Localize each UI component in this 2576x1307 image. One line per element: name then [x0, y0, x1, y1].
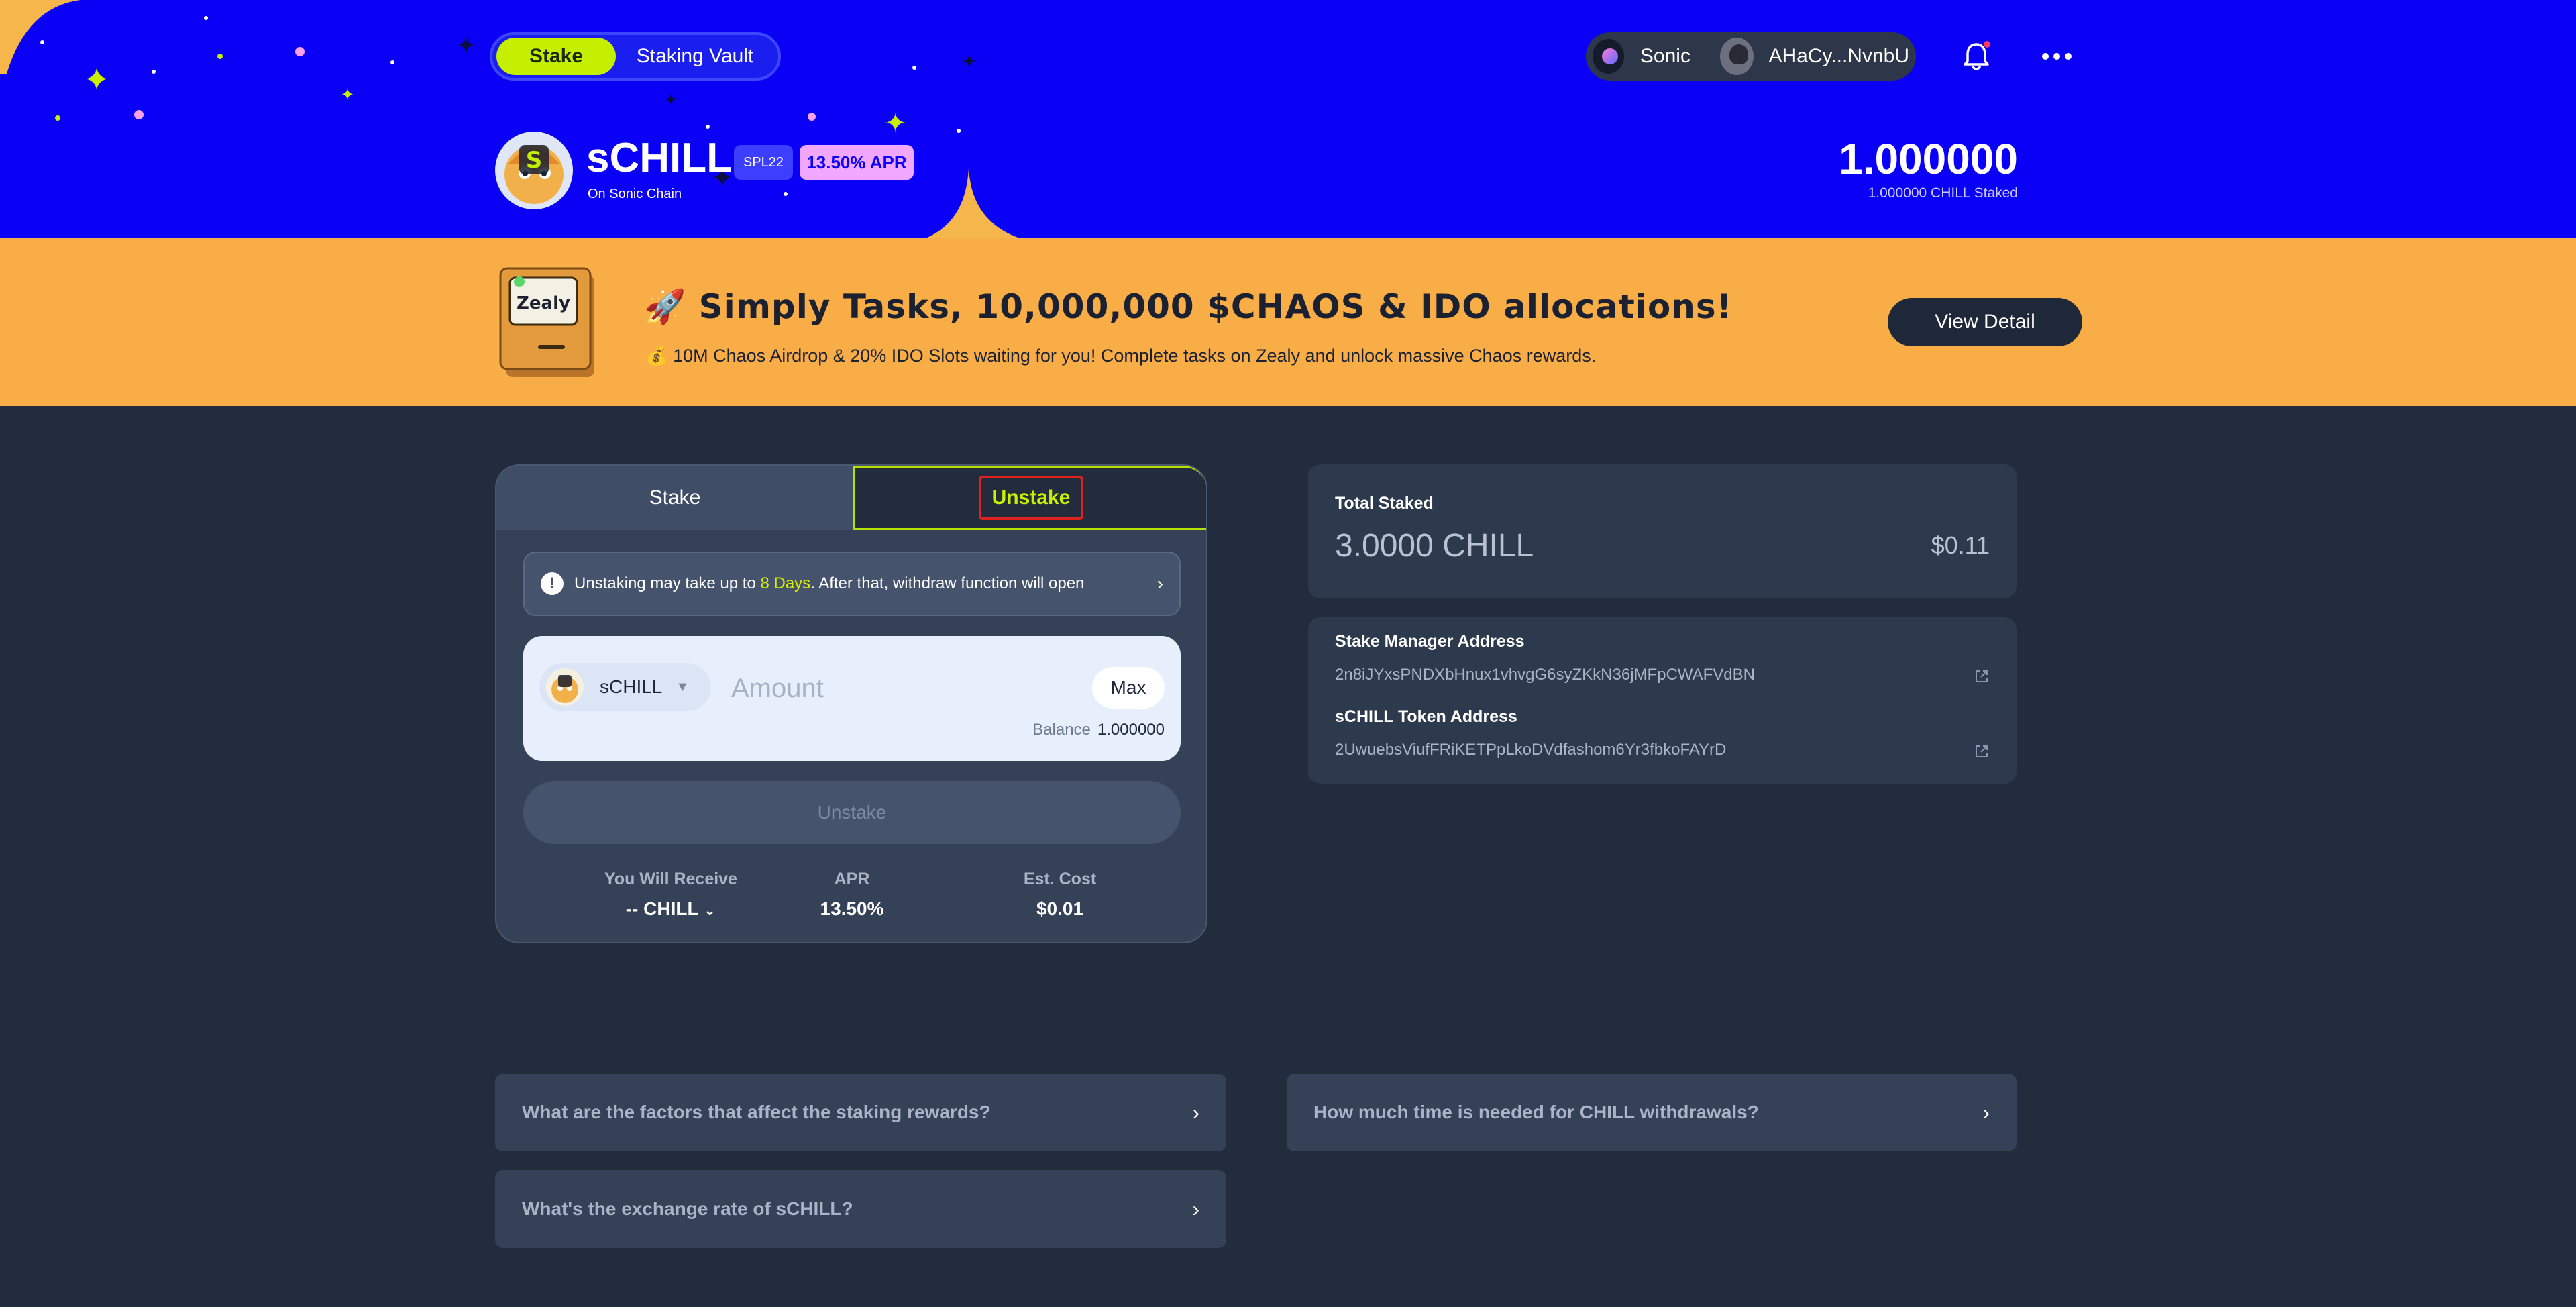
- amount-input[interactable]: [731, 664, 1080, 713]
- faq-item[interactable]: What are the factors that affect the sta…: [495, 1074, 1226, 1151]
- chevron-right-icon: ›: [1192, 1196, 1199, 1221]
- chevron-right-icon: ›: [1192, 1100, 1199, 1125]
- stat-value[interactable]: -- CHILL ⌄: [597, 898, 745, 920]
- schill-token-logo: S: [495, 132, 573, 209]
- banner-subtitle: 💰 10M Chaos Airdrop & 20% IDO Slots wait…: [645, 346, 1597, 366]
- chevron-right-icon: ›: [1982, 1100, 1990, 1125]
- address-card: Stake Manager Address 2n8iJYxsPNDXbHnux1…: [1308, 617, 2017, 784]
- star-dot: [912, 66, 916, 70]
- token-standard-badge: SPL22: [734, 145, 793, 180]
- token-chain: On Sonic Chain: [588, 187, 682, 201]
- faq-question: What's the exchange rate of sCHILL?: [522, 1198, 853, 1219]
- tab-stake-card[interactable]: Stake: [496, 466, 853, 530]
- zealy-logo-text: Zealy: [517, 293, 570, 313]
- faq-question: What are the factors that affect the sta…: [522, 1102, 991, 1122]
- tab-staking-vault[interactable]: Staking Vault: [616, 38, 774, 75]
- staked-caption: 1.000000 CHILL Staked: [1868, 185, 2018, 201]
- apr-badge: 13.50% APR: [800, 145, 914, 180]
- star-dot: [390, 60, 394, 64]
- stat-label: Est. Cost: [1023, 870, 1097, 888]
- sparkle-icon: ✦: [961, 51, 978, 73]
- star-dot: [152, 70, 156, 74]
- star-dot: [134, 110, 144, 119]
- stat-label: You Will Receive: [604, 870, 737, 888]
- star-dot: [217, 54, 223, 59]
- bell-icon[interactable]: [1962, 40, 1991, 72]
- wallet-address: AHaCy...NvnbU: [1768, 45, 1909, 67]
- total-staked-value: 3.0000 CHILL: [1335, 528, 1534, 564]
- stats-row: You Will Receive -- CHILL ⌄ APR 13.50% E…: [523, 870, 1181, 930]
- stat-est-cost: Est. Cost $0.01: [1000, 870, 1120, 920]
- chevron-down-icon: ⌄: [703, 902, 716, 919]
- token-select[interactable]: sCHILL ▼: [539, 663, 711, 711]
- sparkle-icon: ✦: [341, 86, 355, 104]
- zealy-logo: Zealy: [499, 267, 594, 377]
- hero-wave-decoration: [0, 0, 1020, 238]
- star-dot: [784, 192, 788, 196]
- tab-unstake-label: Unstake: [978, 476, 1084, 520]
- stake-manager-address: 2n8iJYxsPNDXbHnux1vhvgG6syZKkN36jMFpCWAF…: [1335, 666, 1755, 684]
- star-dot: [706, 125, 710, 129]
- tab-stake[interactable]: Stake: [496, 38, 616, 75]
- star-dot: [808, 113, 816, 121]
- star-dot: [295, 47, 305, 56]
- notice-text: Unstaking may take up to 8 Days. After t…: [574, 574, 1085, 592]
- unstake-button[interactable]: Unstake: [523, 781, 1181, 844]
- star-dot: [957, 129, 961, 133]
- tab-unstake-card[interactable]: Unstake: [853, 466, 1206, 530]
- balance-value: 1.000000: [1097, 721, 1165, 739]
- amount-panel: sCHILL ▼ Max Balance 1.000000: [523, 636, 1181, 761]
- max-button[interactable]: Max: [1092, 667, 1165, 709]
- token-name: sCHILL: [586, 135, 732, 181]
- balance-label: Balance: [1032, 721, 1091, 739]
- unstake-notice[interactable]: ! Unstaking may take up to 8 Days. After…: [523, 552, 1181, 616]
- staked-balance: 1.000000: [1839, 135, 2018, 183]
- sparkle-icon: ✦: [664, 91, 678, 109]
- total-staked-label: Total Staked: [1335, 494, 1434, 513]
- sparkle-icon: ✦: [83, 62, 111, 98]
- stat-value: 13.50%: [820, 898, 884, 919]
- star-dot: [55, 115, 60, 121]
- stat-apr: APR 13.50%: [792, 870, 912, 920]
- avatar: [1719, 38, 1754, 75]
- banner-title: 🚀 Simply Tasks, 10,000,000 $CHAOS & IDO …: [644, 287, 1733, 326]
- faq-question: How much time is needed for CHILL withdr…: [1313, 1102, 1759, 1122]
- schill-token-icon: [546, 668, 584, 706]
- info-icon: !: [541, 572, 564, 595]
- more-icon[interactable]: [2042, 50, 2072, 63]
- external-link-icon[interactable]: [1974, 743, 1990, 760]
- svg-text:S: S: [526, 147, 543, 174]
- stat-label: APR: [834, 870, 870, 888]
- token-address: 2UwuebsViufFRiKETPpLkoDVdfashom6Yr3fbkoF…: [1335, 741, 1727, 759]
- stat-receive: You Will Receive -- CHILL ⌄: [597, 870, 745, 920]
- total-staked-usd: $0.11: [1931, 531, 1990, 559]
- balance-row: Balance 1.000000: [1032, 721, 1165, 739]
- wallet-connect-pill[interactable]: Sonic AHaCy...NvnbU: [1586, 32, 1916, 81]
- star-dot: [204, 16, 208, 20]
- token-select-label: sCHILL: [600, 676, 663, 697]
- network-label: Sonic: [1640, 45, 1690, 67]
- stake-vault-switch: Stake Staking Vault: [490, 32, 781, 81]
- total-staked-card: Total Staked 3.0000 CHILL $0.11: [1308, 464, 2017, 598]
- chevron-right-icon: ›: [1157, 573, 1163, 594]
- notice-highlight: 8 Days: [760, 574, 811, 592]
- faq-item[interactable]: What's the exchange rate of sCHILL? ›: [495, 1170, 1226, 1248]
- caret-down-icon: ▼: [676, 679, 690, 694]
- stat-value: $0.01: [1036, 898, 1084, 919]
- external-link-icon[interactable]: [1974, 668, 1990, 684]
- view-detail-button[interactable]: View Detail: [1888, 298, 2082, 346]
- sparkle-icon: ✦: [456, 32, 477, 59]
- sonic-network-icon: [1593, 39, 1624, 74]
- sparkle-icon: ✦: [884, 109, 907, 138]
- token-address-label: sCHILL Token Address: [1335, 707, 1517, 726]
- stake-unstake-card: Stake Unstake ! Unstaking may take up to…: [495, 464, 1208, 943]
- stake-manager-label: Stake Manager Address: [1335, 632, 1525, 651]
- star-dot: [40, 40, 44, 44]
- hero-header: ✦ ✦ ✦ ✦ ✦ ✦ ✦ ✦ Stake Staking Vault Soni…: [0, 0, 2576, 238]
- faq-item[interactable]: How much time is needed for CHILL withdr…: [1287, 1074, 2017, 1151]
